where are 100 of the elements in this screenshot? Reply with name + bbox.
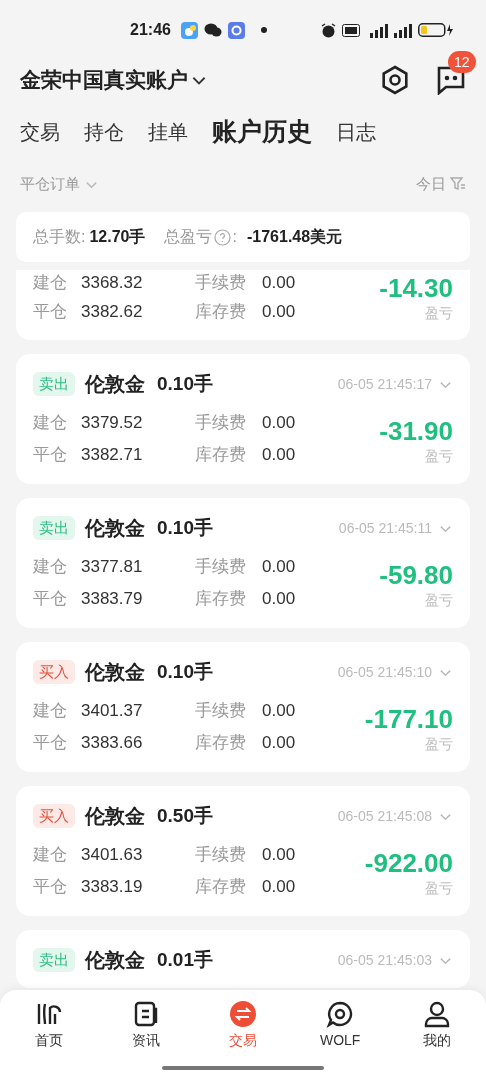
app-icon xyxy=(227,21,245,39)
account-title[interactable]: 金荣中国真实账户 xyxy=(20,64,188,96)
fee-label: 手续费 xyxy=(195,272,247,295)
dot-icon xyxy=(260,27,267,33)
fee-value: 0.00 xyxy=(262,412,296,435)
fee-value: 0.00 xyxy=(262,444,296,467)
lots-value: 12.70手 xyxy=(89,227,146,247)
fee-label: 库存费 xyxy=(195,301,247,324)
profit-value: -922.00 xyxy=(364,848,453,878)
side-tag: 卖出 xyxy=(33,515,75,541)
alarm-icon xyxy=(321,22,336,38)
fee-value: 0.00 xyxy=(262,272,296,295)
profit-label: 盈亏 xyxy=(425,304,453,323)
order-card[interactable]: 买入 伦敦金 0.10手 06-05 21:45:10 建仓 3401.37 手续费 0.00 平仓 3383.66 库存费 0.00 -177.10 盈亏 xyxy=(16,642,470,772)
profit-label: 盈亏 xyxy=(425,591,453,610)
notification-badge: 12 xyxy=(448,51,476,73)
order-card[interactable]: 卖出 伦敦金 0.01手 06-05 21:45:03 xyxy=(16,930,470,988)
fee-label: 手续费 xyxy=(195,556,247,579)
side-tag: 买入 xyxy=(33,803,75,829)
order-card[interactable]: 卖出 伦敦金 0.10手 06-05 21:45:17 建仓 3379.52 手续费 0.00 平仓 3382.71 库存费 0.00 -31.90 盈亏 xyxy=(16,354,470,484)
price-value: 3383.66 xyxy=(81,732,144,755)
fee-value: 0.00 xyxy=(262,844,296,867)
side-tag: 卖出 xyxy=(33,947,75,973)
lot-size: 0.50手 xyxy=(157,803,213,828)
fee-value: 0.00 xyxy=(262,556,296,579)
profit-label: 盈亏 xyxy=(425,447,453,466)
row-label: 建仓 xyxy=(33,700,68,723)
price-value: 3401.37 xyxy=(81,700,144,723)
row-label: 平仓 xyxy=(33,588,68,611)
fee-label: 库存费 xyxy=(195,876,247,899)
order-time: 06-05 21:45:17 xyxy=(337,374,432,394)
weather-app-icon xyxy=(180,21,198,39)
fee-value: 0.00 xyxy=(262,588,296,611)
fee-value: 0.00 xyxy=(262,876,296,899)
exchange-icon xyxy=(229,1000,257,1028)
nav-item[interactable]: WOLF xyxy=(291,1000,389,1051)
pnl-label: 总盈亏 xyxy=(163,227,212,247)
profit-value: -177.10 xyxy=(364,704,453,734)
lots-label: 总手数: xyxy=(33,227,86,247)
fee-label: 手续费 xyxy=(195,844,247,867)
fee-label: 库存费 xyxy=(195,732,247,755)
row-label: 建仓 xyxy=(33,272,68,295)
message-icon[interactable] xyxy=(436,65,466,95)
price-value: 3368.32 xyxy=(81,272,144,295)
tab[interactable]: 账户历史 xyxy=(212,113,312,151)
price-value: 3383.79 xyxy=(81,588,144,611)
price-value: 3401.63 xyxy=(81,844,144,867)
fee-value: 0.00 xyxy=(262,301,296,324)
lot-size: 0.10手 xyxy=(157,371,213,396)
price-value: 3382.71 xyxy=(81,444,144,467)
order-card[interactable]: 买入 伦敦金 0.50手 06-05 21:45:08 建仓 3401.63 手续费 0.00 平仓 3383.19 库存费 0.00 -922.00 盈亏 xyxy=(16,786,470,916)
fee-value: 0.00 xyxy=(262,732,296,755)
tab[interactable]: 交易 xyxy=(20,117,60,147)
chat-app-icon xyxy=(203,22,222,38)
battery-icon xyxy=(418,23,454,37)
fee-label: 库存费 xyxy=(195,588,247,611)
profit-value: -59.80 xyxy=(379,560,453,590)
price-value: 3382.62 xyxy=(81,301,144,324)
symbol-name: 伦敦金 xyxy=(85,660,145,685)
row-label: 建仓 xyxy=(33,412,68,435)
fee-label: 库存费 xyxy=(195,444,247,467)
lot-size: 0.01手 xyxy=(157,947,213,972)
lot-size: 0.10手 xyxy=(157,515,213,540)
row-label: 建仓 xyxy=(33,556,68,579)
nav-item[interactable]: 资讯 xyxy=(97,1000,195,1051)
tab[interactable]: 挂单 xyxy=(148,117,188,147)
nav-item[interactable]: 交易 xyxy=(194,1000,292,1051)
profit-value: -14.30 xyxy=(379,273,453,303)
tab[interactable]: 日志 xyxy=(336,117,376,147)
row-label: 平仓 xyxy=(33,301,68,324)
profit-label: 盈亏 xyxy=(425,879,453,898)
user-icon xyxy=(423,1000,452,1028)
pnl-value: -1761.48美元 xyxy=(246,227,343,247)
row-label: 平仓 xyxy=(33,444,68,467)
side-tag: 买入 xyxy=(33,659,75,685)
symbol-name: 伦敦金 xyxy=(85,804,145,829)
order-card[interactable]: 卖出 伦敦金 0.10手 06-05 21:45:11 建仓 3377.81 手续费 0.00 平仓 3383.79 库存费 0.00 -59.80 盈亏 xyxy=(16,498,470,628)
tab[interactable]: 持仓 xyxy=(84,117,124,147)
hd-icon xyxy=(342,23,360,37)
nav-item[interactable]: 首页 xyxy=(0,1000,98,1051)
nav-item[interactable]: 我的 xyxy=(388,1000,486,1051)
profit-value: -31.90 xyxy=(379,416,453,446)
order-time: 06-05 21:45:10 xyxy=(337,662,432,682)
settings-icon[interactable] xyxy=(380,65,410,95)
fee-label: 手续费 xyxy=(195,700,247,723)
price-value: 3377.81 xyxy=(81,556,144,579)
pnl-colon: : xyxy=(232,227,237,247)
row-label: 平仓 xyxy=(33,732,68,755)
clock-time: 21:46 xyxy=(130,20,171,40)
symbol-name: 伦敦金 xyxy=(85,948,145,973)
fee-label: 手续费 xyxy=(195,412,247,435)
symbol-name: 伦敦金 xyxy=(85,516,145,541)
row-label: 建仓 xyxy=(33,844,68,867)
profit-label: 盈亏 xyxy=(425,735,453,754)
fee-value: 0.00 xyxy=(262,700,296,723)
order-time: 06-05 21:45:11 xyxy=(338,518,432,538)
signal-icon xyxy=(392,22,412,38)
order-card[interactable]: 建仓 3368.32 手续费 0.00 平仓 3382.62 库存费 0.00 -14.30 盈亏 xyxy=(16,270,470,340)
order-time: 06-05 21:45:03 xyxy=(337,950,432,970)
side-tag: 卖出 xyxy=(33,371,75,397)
